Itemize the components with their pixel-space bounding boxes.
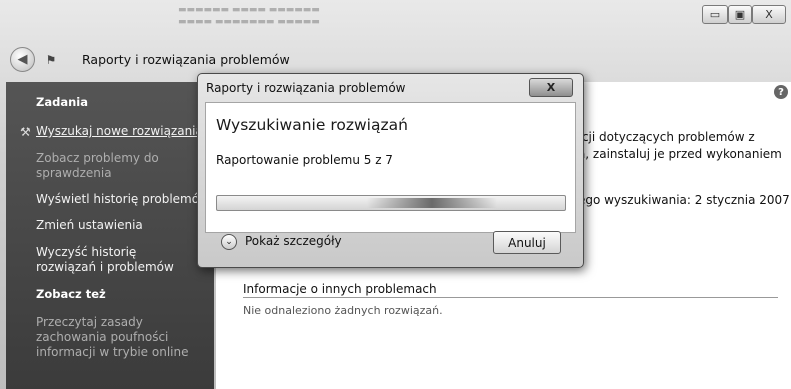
background-window-text: ▬▬▬▬▬▬ ▬▬▬▬ ▬▬▬▬▬▬ ▬▬▬▬ ▬▬▬▬▬▬▬ ▬▬▬▬▬ [178,4,418,28]
progress-bar [216,195,566,211]
other-problems-heading: Informacje o innych problemach [243,282,437,296]
cancel-button[interactable]: Anuluj [493,231,561,254]
sidebar-item-search-solutions[interactable]: Wyszukaj nowe rozwiązania [36,124,211,139]
dialog-status-text: Raportowanie problemu 5 z 7 [216,153,393,167]
sidebar-item-change-settings[interactable]: Zmień ustawienia [36,218,211,233]
dialog-heading: Wyszukiwanie rozwiązań [216,116,408,134]
last-search-date: niego wyszukiwania: 2 stycznia 2007 [567,193,790,207]
see-also-heading: Zobacz też [36,287,106,301]
main-window: ▬▬▬▬▬▬ ▬▬▬▬ ▬▬▬▬▬▬ ▬▬▬▬ ▬▬▬▬▬▬▬ ▬▬▬▬▬ ▭ … [0,0,791,389]
back-button[interactable]: ◀ [10,47,35,72]
breadcrumb: Raporty i rozwiązania problemów [82,52,290,67]
sidebar-item-clear-history[interactable]: Wyczyść historię rozwiązań i problemów [36,245,194,275]
main-info-line-1: nacji dotyczących problemów z [567,130,755,144]
help-icon[interactable]: ? [774,85,788,99]
dialog-close-button[interactable]: X [529,78,573,97]
sidebar-item-problem-history[interactable]: Wyświetl historię problemów [36,192,211,207]
sidebar: Zadania ⚒ Wyszukaj nowe rozwiązania Zoba… [6,82,214,389]
main-info-line-2: nia, zainstaluj je przed wykonaniem [567,147,782,161]
background-text-line: ▬▬▬▬ ▬▬▬▬▬▬▬ ▬▬▬▬▬ [178,17,320,27]
show-details-link[interactable]: Pokaż szczegóły [245,234,342,248]
tasks-heading: Zadania [36,95,88,109]
search-solutions-icon: ⚒ [20,125,31,139]
sidebar-item-view-problems[interactable]: Zobacz problemy do sprawdzenia [36,151,181,181]
sidebar-item-privacy[interactable]: Przeczytaj zasady zachowania poufności i… [36,315,208,360]
control-panel-icon: ⚑ [45,53,57,67]
maximize-button[interactable]: ▣ [728,5,752,24]
dialog-body: Wyszukiwanie rozwiązań Raportowanie prob… [205,102,576,233]
section-divider [243,297,778,298]
background-text-line: ▬▬▬▬▬▬ ▬▬▬▬ ▬▬▬▬▬▬ [178,5,320,15]
dialog-title: Raporty i rozwiązania problemów [206,81,406,95]
search-solutions-dialog: Raporty i rozwiązania problemów X Wyszuk… [197,73,584,268]
progress-marquee [367,198,497,208]
close-button[interactable]: X [752,5,786,24]
chevron-down-icon[interactable]: ⌄ [221,234,237,250]
back-arrow-icon: ◀ [17,52,28,67]
minimize-button[interactable]: ▭ [702,5,728,24]
no-solutions-text: Nie odnaleziono żadnych rozwiązań. [243,304,443,317]
